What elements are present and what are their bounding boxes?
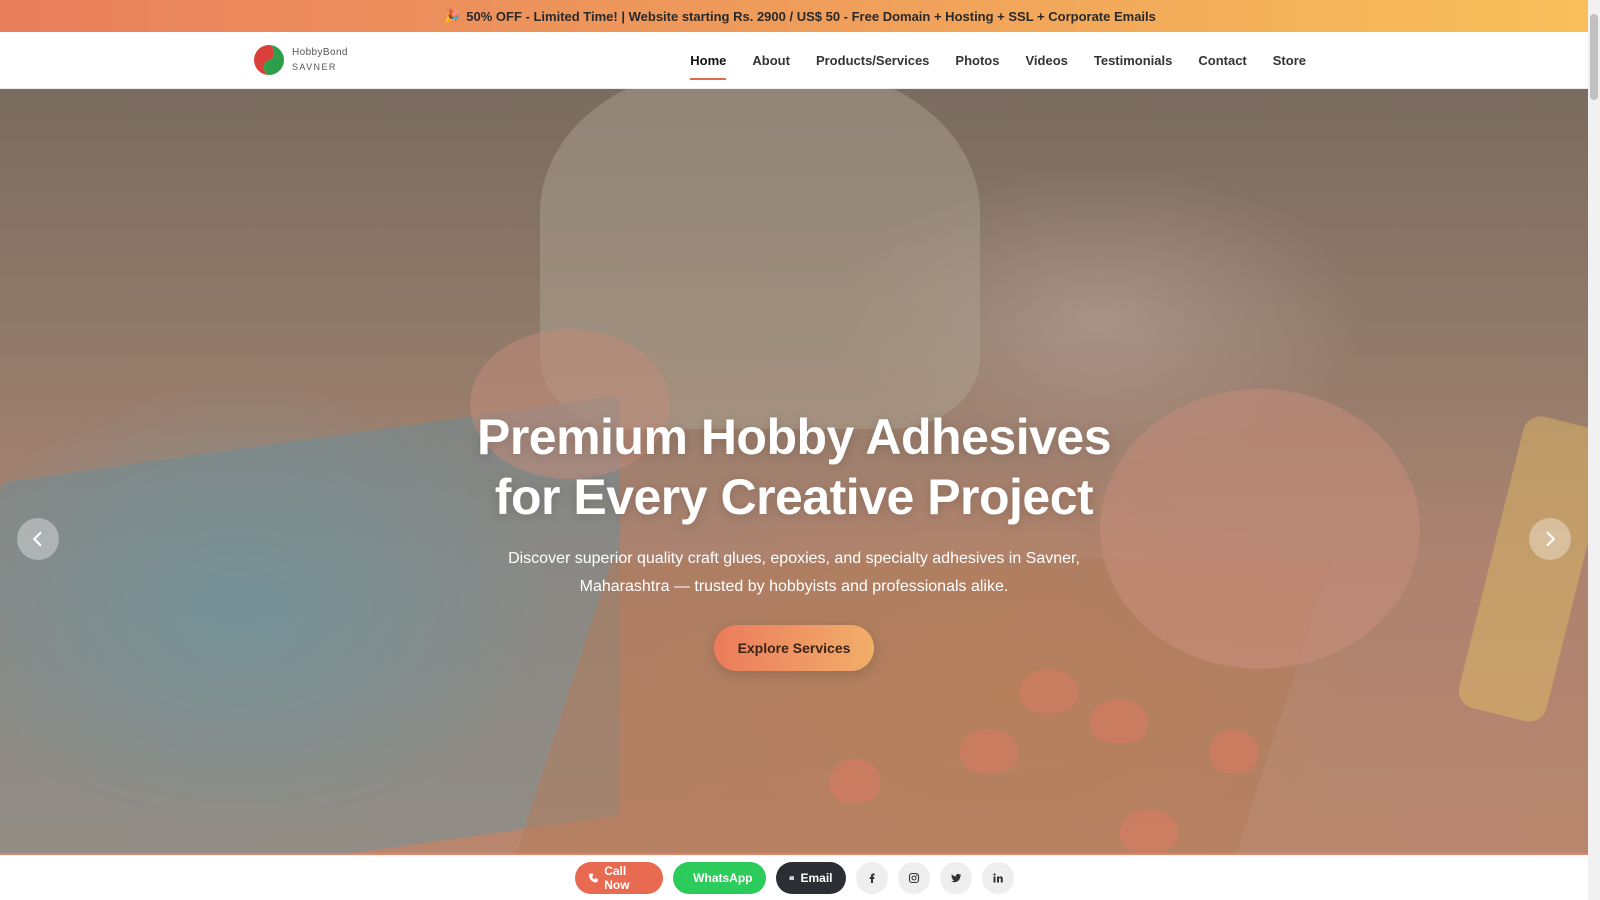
main-nav: Home About Products/Services Photos Vide… [664,32,1306,89]
nav-item-testimonials[interactable]: Testimonials [1094,47,1173,74]
hero-subtitle: Discover superior quality craft glues, e… [508,550,1080,595]
nav-item-contact[interactable]: Contact [1198,47,1246,74]
email-label: Email [800,870,833,885]
call-now-button[interactable]: Call Now [574,861,663,894]
chevron-left-icon [33,531,42,547]
hero-title: Premium Hobby Adhesives for Every Creati… [0,407,1588,527]
logo-link[interactable]: HobbyBond SAVNER [253,44,348,76]
email-button[interactable]: Email [775,861,846,894]
carousel-prev-button[interactable] [17,518,59,560]
phone-icon [588,873,598,882]
hero-content: Premium Hobby Adhesives for Every Creati… [0,407,1588,671]
twitter-icon [950,873,961,882]
nav-item-products-services[interactable]: Products/Services [816,47,929,74]
nav-item-about[interactable]: About [752,47,790,74]
promo-text: 50% OFF - Limited Time! | Website starti… [466,8,1156,24]
party-popper-icon: 🎉 [444,8,461,23]
envelope-icon [788,875,795,880]
explore-services-button[interactable]: Explore Services [714,625,874,671]
whatsapp-label: WhatsApp [693,870,753,885]
whatsapp-button[interactable]: WhatsApp [672,861,766,894]
hero-slider: Premium Hobby Adhesives for Every Creati… [0,89,1588,853]
facebook-button[interactable] [855,861,888,894]
logo-mark [254,45,284,75]
brand-location: SAVNER [292,62,337,72]
facebook-icon [869,873,874,883]
promo-bar: 🎉 50% OFF - Limited Time! | Website star… [0,0,1600,32]
hero-title-line: for Every Creative Project [494,469,1094,525]
instagram-button[interactable] [897,861,930,894]
scrollbar-thumb[interactable] [1590,14,1598,100]
hero-title-line: Premium Hobby Adhesives [476,409,1112,465]
site-header: HobbyBond SAVNER Home About Products/Ser… [0,32,1588,89]
whatsapp-icon [685,876,688,879]
chevron-right-icon [1546,531,1555,547]
brand-name: HobbyBond [292,47,348,58]
linkedin-button[interactable] [981,861,1014,894]
nav-item-photos[interactable]: Photos [955,47,999,74]
linkedin-icon [992,872,1003,882]
nav-item-store[interactable]: Store [1273,47,1306,74]
nav-item-home[interactable]: Home [690,47,727,80]
nav-item-videos[interactable]: Videos [1025,47,1067,74]
contact-action-bar: Call Now WhatsApp Email [0,853,1588,900]
instagram-icon [908,872,919,883]
twitter-button[interactable] [939,861,972,894]
carousel-next-button[interactable] [1529,518,1571,560]
call-now-label: Call Now [604,863,630,892]
page-scrollbar[interactable] [1588,0,1600,900]
